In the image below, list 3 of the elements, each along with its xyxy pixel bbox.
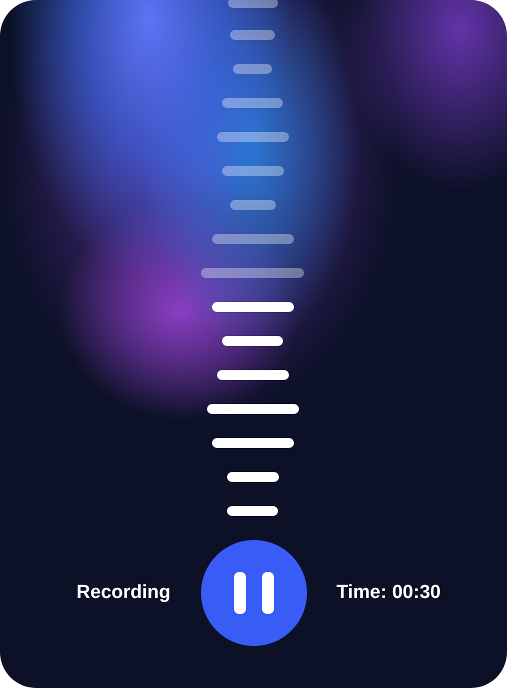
elapsed-time: Time: 00:30 (336, 582, 441, 604)
recording-status: Recording (76, 582, 170, 604)
pause-icon (234, 572, 274, 614)
